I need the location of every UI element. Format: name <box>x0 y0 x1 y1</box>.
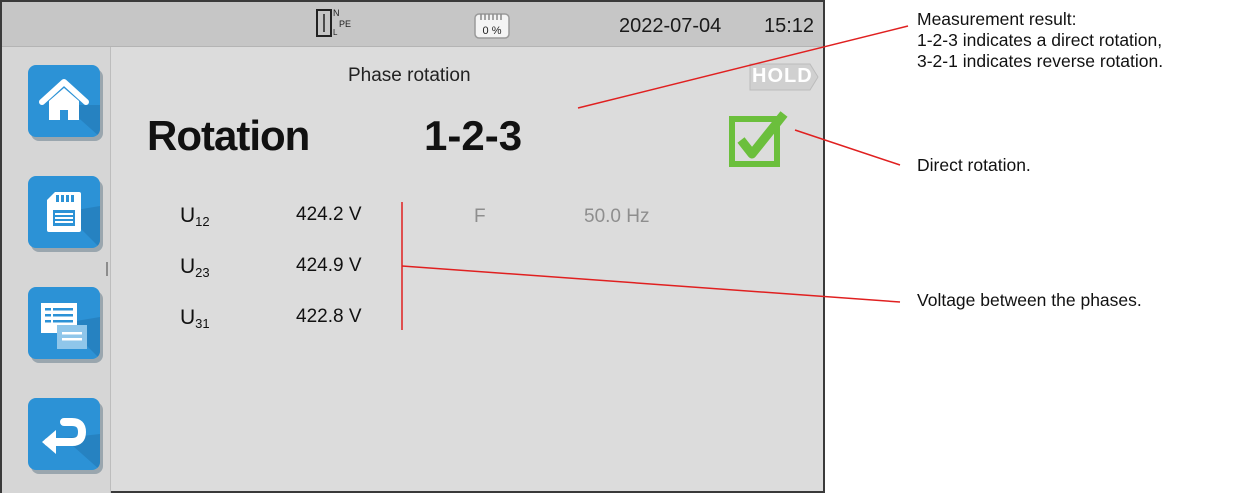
callout-line-direct <box>794 129 901 166</box>
annotation-measurement-result: Measurement result: 1-2-3 indicates a di… <box>917 9 1164 71</box>
callout-line-voltage <box>401 265 901 303</box>
annotation-direct-rotation: Direct rotation. <box>917 155 1031 175</box>
callout-line-result <box>577 25 909 109</box>
annotation-lines <box>401 25 909 330</box>
annotation-voltage: Voltage between the phases. <box>917 290 1142 310</box>
